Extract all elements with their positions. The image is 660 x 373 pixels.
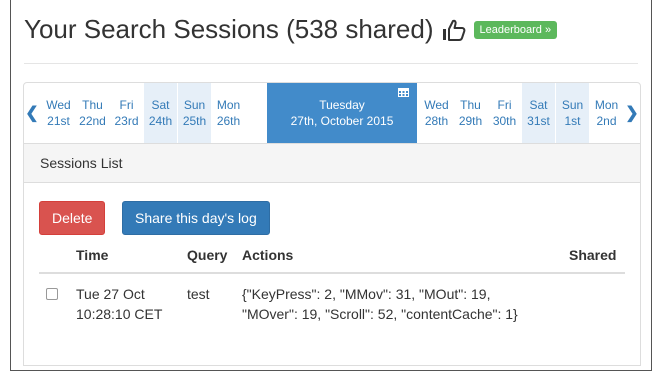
day-date: 23rd bbox=[114, 114, 139, 128]
day-name: Wed bbox=[46, 98, 71, 112]
day-selected-tuesday-27[interactable]: Tuesday 27th, October 2015 bbox=[267, 83, 417, 143]
day-name: Fri bbox=[497, 98, 512, 112]
share-log-button[interactable]: Share this day's log bbox=[122, 201, 270, 235]
day-name: Wed bbox=[424, 98, 449, 112]
actions-line-1: {"KeyPress": 2, "MMov": 31, "MOut": 19, bbox=[242, 286, 491, 302]
time-date: Tue 27 Oct bbox=[76, 286, 145, 302]
day-date: 21st bbox=[47, 114, 70, 128]
day-date: 22nd bbox=[79, 114, 106, 128]
chevron-right-icon[interactable]: ❯ bbox=[624, 83, 640, 143]
cell-time: Tue 27 Oct 10:28:10 CET bbox=[76, 284, 162, 324]
day-date: 27th, October 2015 bbox=[290, 114, 394, 128]
delete-button[interactable]: Delete bbox=[39, 201, 106, 235]
column-header-time[interactable]: Time bbox=[76, 247, 108, 263]
day-date: 25th bbox=[182, 114, 207, 128]
thumbs-up-icon bbox=[442, 19, 465, 41]
row-select-checkbox[interactable] bbox=[46, 288, 58, 300]
day-thu-22[interactable]: Thu 22nd bbox=[76, 83, 109, 143]
day-name: Fri bbox=[119, 98, 134, 112]
day-name: Thu bbox=[460, 98, 481, 112]
panel-heading: Sessions List bbox=[24, 144, 640, 183]
table-header-divider bbox=[39, 272, 625, 274]
day-name: Sun bbox=[561, 98, 584, 112]
day-date: 29th bbox=[458, 114, 483, 128]
day-sun-25[interactable]: Sun 25th bbox=[178, 83, 211, 143]
day-date: 24th bbox=[148, 114, 173, 128]
day-name: Thu bbox=[82, 98, 103, 112]
day-fri-23[interactable]: Fri 23rd bbox=[110, 83, 143, 143]
day-sat-24[interactable]: Sat 24th bbox=[144, 83, 177, 143]
day-fri-30[interactable]: Fri 30th bbox=[488, 83, 521, 143]
day-wed-28[interactable]: Wed 28th bbox=[420, 83, 453, 143]
sessions-panel: Sessions List Delete Share this day's lo… bbox=[23, 144, 641, 366]
day-date: 31st bbox=[527, 114, 550, 128]
day-name: Sat bbox=[529, 98, 548, 112]
calendar-icon bbox=[398, 88, 409, 97]
day-name: Mon bbox=[594, 98, 619, 112]
day-mon-26[interactable]: Mon 26th bbox=[212, 83, 245, 143]
day-wed-21[interactable]: Wed 21st bbox=[42, 83, 75, 143]
day-date: 26th bbox=[216, 114, 241, 128]
leaderboard-button[interactable]: Leaderboard » bbox=[473, 20, 558, 39]
day-sat-31[interactable]: Sat 31st bbox=[522, 83, 555, 143]
day-name: Tuesday bbox=[319, 98, 365, 112]
date-navigator: ❮ Wed 21st Thu 22nd Fri 23rd Sat 24th Su… bbox=[23, 82, 641, 144]
day-date: 2nd bbox=[596, 114, 617, 128]
cell-query: test bbox=[187, 286, 210, 302]
column-header-actions[interactable]: Actions bbox=[242, 247, 293, 263]
title-row: Your Search Sessions (538 shared) Leader… bbox=[24, 14, 558, 45]
day-name: Sat bbox=[151, 98, 170, 112]
day-date: 1st bbox=[564, 114, 581, 128]
day-date: 28th bbox=[424, 114, 449, 128]
column-header-query[interactable]: Query bbox=[187, 247, 227, 263]
day-date: 30th bbox=[492, 114, 517, 128]
day-name: Mon bbox=[216, 98, 241, 112]
chevron-left-icon[interactable]: ❮ bbox=[24, 83, 40, 143]
header-divider bbox=[24, 63, 638, 64]
time-clock: 10:28:10 CET bbox=[76, 306, 163, 322]
actions-line-2: "MOver": 19, "Scroll": 52, "contentCache… bbox=[242, 306, 518, 322]
cell-actions: {"KeyPress": 2, "MMov": 31, "MOut": 19, … bbox=[242, 284, 518, 324]
day-mon-2[interactable]: Mon 2nd bbox=[590, 83, 623, 143]
day-sun-1[interactable]: Sun 1st bbox=[556, 83, 589, 143]
day-name: Sun bbox=[183, 98, 206, 112]
panel-title: Sessions List bbox=[40, 155, 123, 171]
page-frame: Your Search Sessions (538 shared) Leader… bbox=[10, 0, 652, 371]
column-header-shared[interactable]: Shared bbox=[569, 247, 616, 263]
page-title: Your Search Sessions (538 shared) bbox=[24, 14, 434, 44]
day-thu-29[interactable]: Thu 29th bbox=[454, 83, 487, 143]
